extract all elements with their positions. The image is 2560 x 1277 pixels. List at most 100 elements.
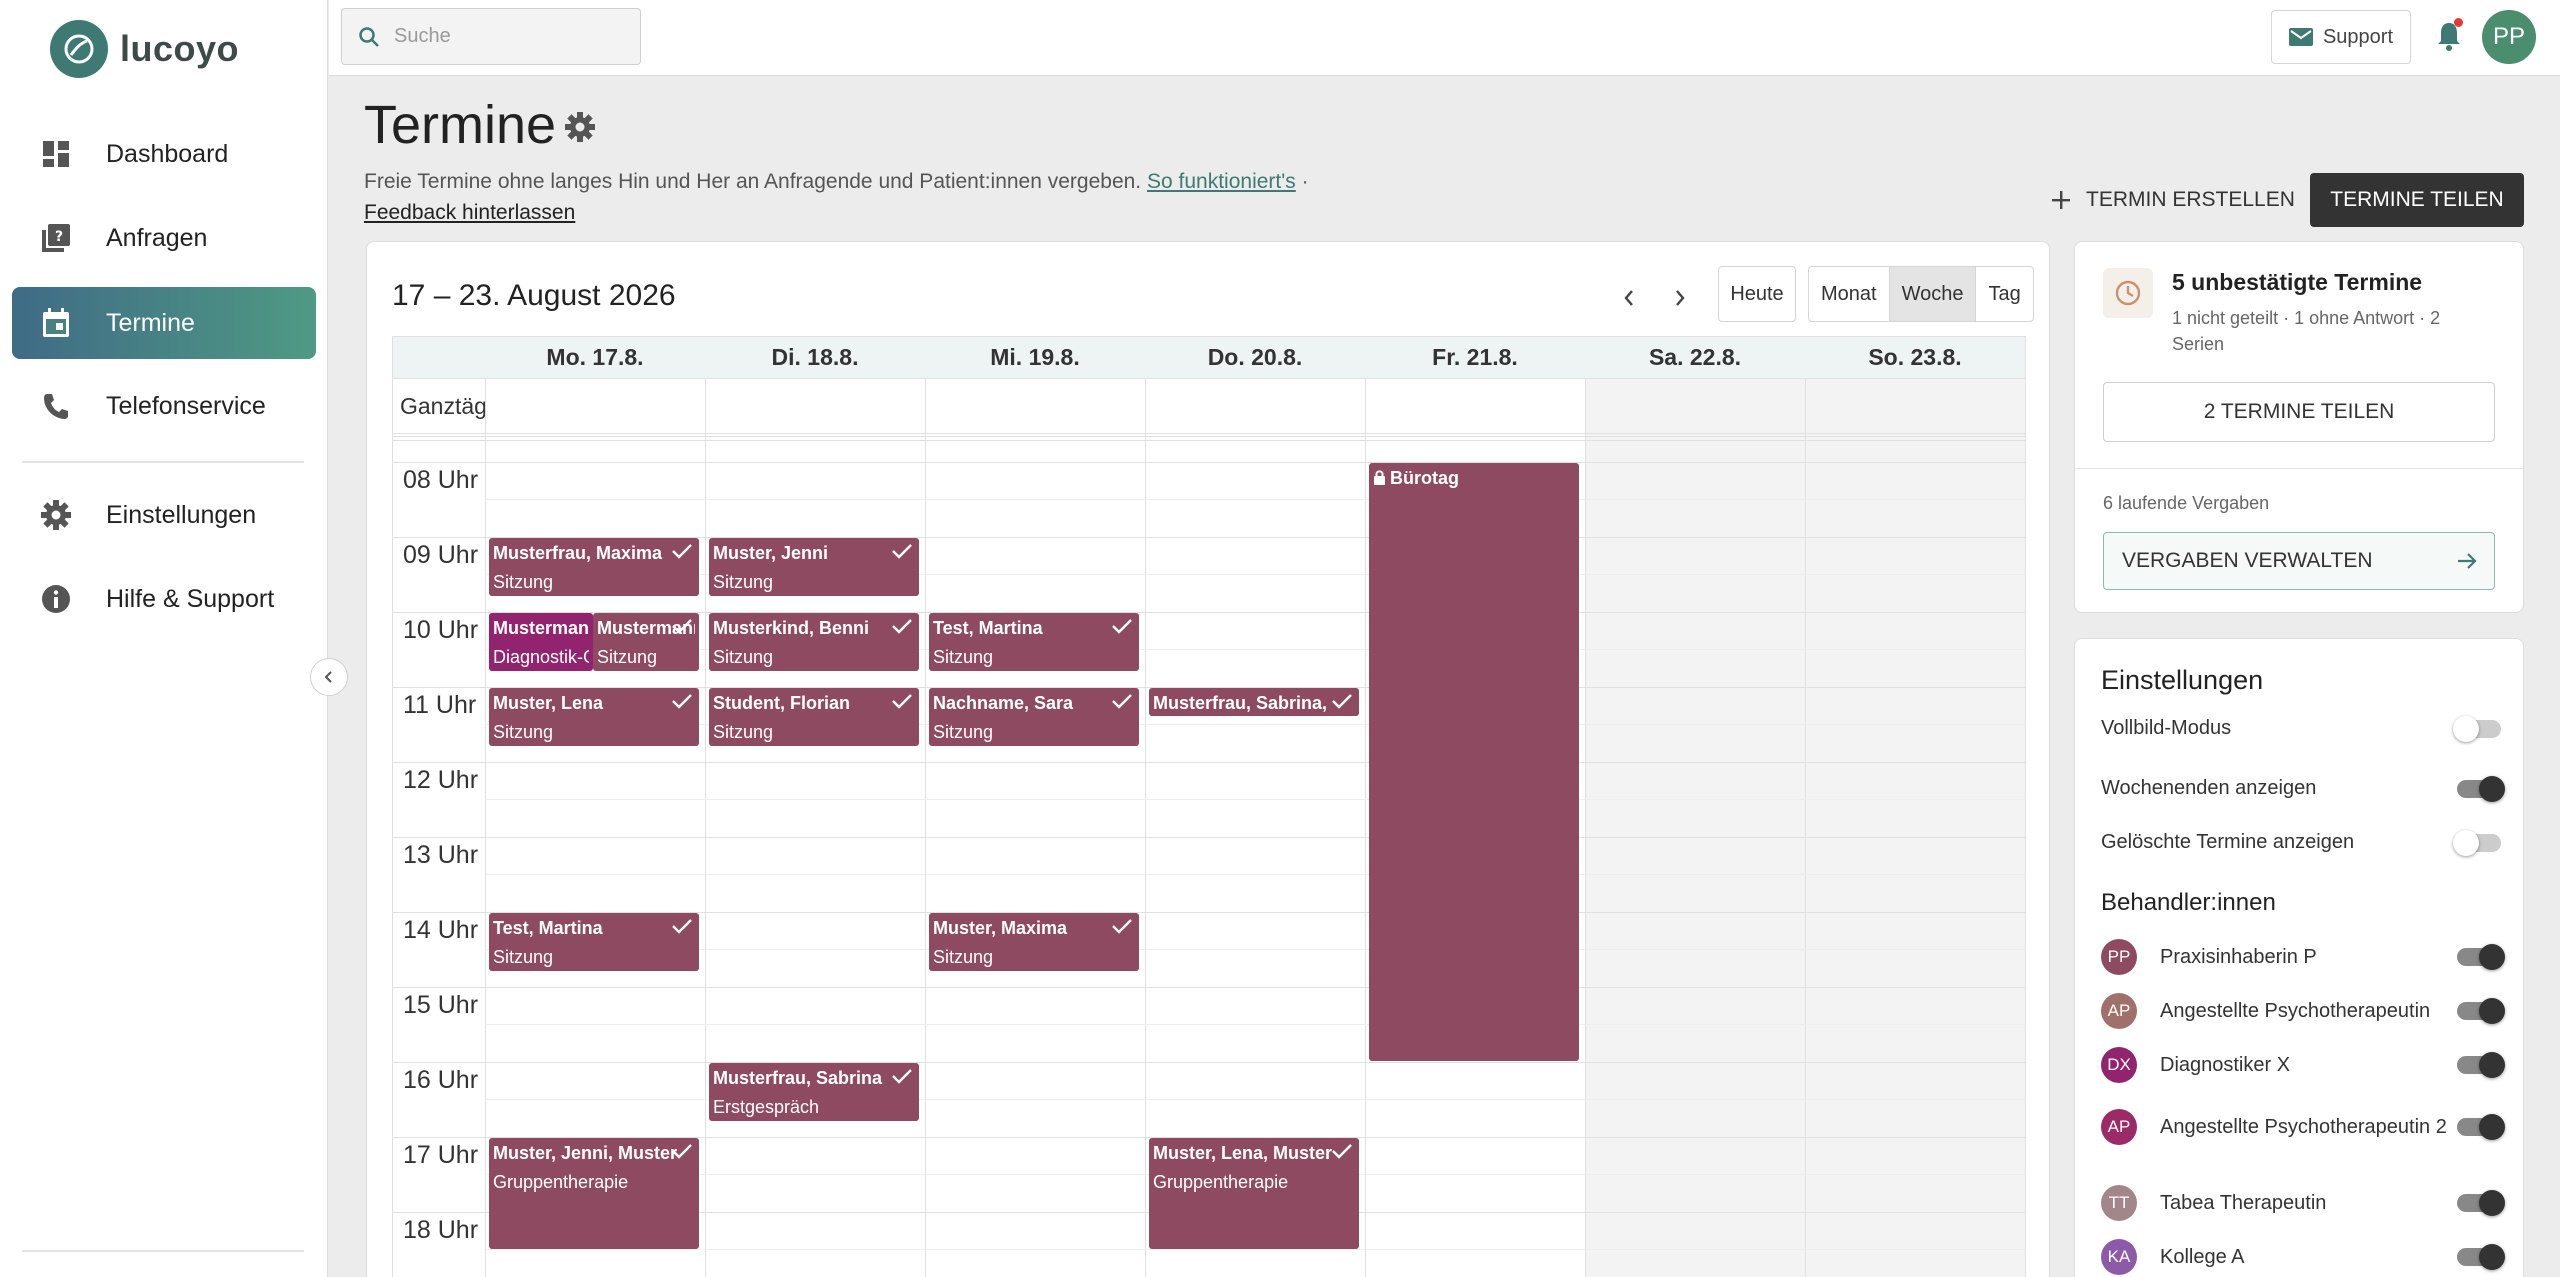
appointment-event[interactable]: Muster, Jenni Sitzung — [709, 538, 919, 596]
appointment-event[interactable]: Muster, Lena Sitzung — [489, 688, 699, 746]
termine-settings-gear-icon[interactable] — [564, 111, 596, 148]
view-week-button[interactable]: Woche — [1889, 267, 1977, 321]
event-type: Gruppentherapie — [493, 1172, 629, 1192]
calendar-card: 17 – 23. August 2026 Heute Monat Woche T… — [366, 241, 2050, 1277]
search-input[interactable] — [394, 25, 614, 48]
practitioner-name: Angestellte Psychotherapeutin — [2160, 999, 2431, 1022]
view-day-button[interactable]: Tag — [1976, 267, 2032, 321]
practitioner-name: Kollege A — [2160, 1245, 2245, 1268]
event-name: Nachname, Sara — [933, 693, 1074, 713]
arrow-right-icon — [2458, 553, 2477, 569]
appointment-event[interactable]: Musterfrau, Sabrina, — [1149, 688, 1359, 716]
day-column[interactable] — [925, 337, 1145, 1277]
day-column[interactable] — [1585, 337, 1805, 1277]
day-column[interactable] — [1145, 337, 1365, 1277]
practitioner-avatar: DX — [2101, 1047, 2137, 1083]
pending-subtitle: 1 nicht geteilt · 1 ohne Antwort · 2 Ser… — [2172, 308, 2441, 354]
next-week-button[interactable] — [1660, 278, 1700, 318]
half-hour-line — [485, 499, 2025, 500]
toggle-switch[interactable] — [2457, 775, 2505, 802]
event-name: Bürotag — [1373, 468, 1575, 489]
appointment-event[interactable]: Musterfrau, Maxima Sitzung — [489, 538, 699, 596]
sidebar-item-telefonservice[interactable]: Telefonservice — [12, 370, 316, 442]
week-grid: Ganztägig Mo. 17.8.Di. 18.8.Mi. 19.8.Do.… — [392, 336, 2026, 1277]
sidebar-item-hilfe[interactable]: Hilfe & Support — [12, 563, 316, 635]
practitioner-toggle[interactable] — [2457, 1244, 2505, 1270]
share-two-appointments-button[interactable]: 2 TERMINE TEILEN — [2103, 382, 2495, 442]
notifications-button[interactable] — [2429, 16, 2469, 56]
day-column[interactable] — [1805, 337, 2025, 1277]
sidebar-item-termine[interactable]: Termine — [12, 287, 316, 359]
sidebar-item-label: Hilfe & Support — [106, 584, 275, 613]
collapse-sidebar-button[interactable] — [310, 658, 348, 696]
hour-label: 15 Uhr — [403, 991, 479, 1019]
sidebar-item-einstellungen[interactable]: Einstellungen — [12, 479, 316, 551]
manage-label: VERGABEN VERWALTEN — [2122, 549, 2373, 572]
prev-week-button[interactable] — [1609, 278, 1649, 318]
app-logo[interactable]: lucoyo — [50, 18, 239, 80]
sidebar-item-anfragen[interactable]: ? Anfragen — [12, 202, 316, 274]
mail-icon — [2288, 28, 2313, 46]
svg-text:?: ? — [55, 229, 63, 245]
appointment-event[interactable]: Mustermann Diagnostik-Gespräch — [489, 613, 593, 671]
event-name: Student, Florian — [713, 693, 850, 713]
appointment-event[interactable]: Test, Martina Sitzung — [489, 913, 699, 971]
day-header[interactable]: Do. 20.8. — [1145, 337, 1365, 379]
view-month-button[interactable]: Monat — [1809, 267, 1890, 321]
today-button[interactable]: Heute — [1718, 266, 1796, 322]
check-icon — [672, 544, 692, 559]
appointment-event[interactable]: Student, Florian Sitzung — [709, 688, 919, 746]
hour-label: 08 Uhr — [403, 466, 479, 494]
appointment-event[interactable]: Musterfrau, Sabrina Erstgespräch — [709, 1063, 919, 1121]
event-name: Test, Martina — [493, 918, 603, 938]
toggle-label: Gelöschte Termine anzeigen — [2101, 831, 2355, 853]
chevron-right-icon — [1676, 290, 1685, 306]
appointment-event[interactable]: Muster, Lena, Muster Gruppentherapie — [1149, 1138, 1359, 1249]
appointment-event[interactable]: Bürotag — [1369, 463, 1579, 1061]
sidebar: lucoyo Dashboard ? Anfragen Termine Tele… — [0, 0, 328, 1277]
appointment-event[interactable]: Muster, Maxima Sitzung — [929, 913, 1139, 971]
day-column[interactable] — [705, 337, 925, 1277]
event-type: Sitzung — [713, 647, 774, 667]
settings-card: Einstellungen Behandler:innen Vollbild-M… — [2074, 638, 2524, 1277]
manage-allocations-button[interactable]: VERGABEN VERWALTEN — [2103, 532, 2495, 590]
settings-toggle-row: Gelöschte Termine anzeigen — [2101, 829, 2501, 856]
appointment-event[interactable]: Muster, Jenni, Muster Gruppentherapie — [489, 1138, 699, 1249]
support-label: Support — [2322, 25, 2394, 48]
practitioner-toggle[interactable] — [2457, 1114, 2505, 1140]
appointment-event[interactable]: Test, Martina Sitzung — [929, 613, 1139, 671]
toggle-label: Wochenenden anzeigen — [2101, 777, 2317, 799]
event-name: Musterkind, Benni — [713, 618, 870, 638]
day-column[interactable] — [485, 337, 705, 1277]
appointment-event[interactable]: Musterkind, Benni Sitzung — [709, 613, 919, 671]
appointment-event[interactable]: Mustermann Sitzung — [593, 613, 699, 671]
create-appointment-button[interactable]: TERMIN ERSTELLEN — [2050, 177, 2295, 223]
toggle-switch[interactable] — [2453, 829, 2501, 856]
half-hour-line — [485, 1024, 2025, 1025]
day-header[interactable]: Di. 18.8. — [705, 337, 925, 379]
feedback-link[interactable]: Feedback hinterlassen — [364, 201, 575, 224]
practitioner-toggle[interactable] — [2457, 944, 2505, 970]
how-it-works-link[interactable]: So funktioniert's — [1147, 170, 1296, 193]
day-header[interactable]: So. 23.8. — [1805, 337, 2025, 379]
appointment-event[interactable]: Nachname, Sara Sitzung — [929, 688, 1139, 746]
practitioner-toggle[interactable] — [2457, 1190, 2505, 1216]
practitioner-toggle[interactable] — [2457, 1052, 2505, 1078]
sidebar-item-label: Dashboard — [106, 139, 229, 168]
support-button[interactable]: Support — [2271, 10, 2411, 64]
day-header[interactable]: Mi. 19.8. — [925, 337, 1145, 379]
pending-appointments-card: 5 unbestätigte Termine 1 nicht geteilt ·… — [2074, 241, 2524, 613]
check-icon — [1112, 919, 1132, 934]
day-header[interactable]: Sa. 22.8. — [1585, 337, 1805, 379]
day-header[interactable]: Mo. 17.8. — [485, 337, 705, 379]
day-header[interactable]: Fr. 21.8. — [1365, 337, 1585, 379]
sidebar-item-dashboard[interactable]: Dashboard — [12, 118, 316, 190]
share-appointments-button[interactable]: TERMINE TEILEN — [2310, 173, 2524, 227]
practitioner-toggle[interactable] — [2457, 998, 2505, 1024]
toggle-switch[interactable] — [2453, 715, 2501, 742]
search-box[interactable] — [341, 8, 641, 65]
event-name: Mustermann — [493, 618, 589, 638]
hour-label: 11 Uhr — [403, 691, 477, 719]
check-icon — [1112, 694, 1132, 709]
user-avatar[interactable]: PP — [2482, 10, 2536, 64]
